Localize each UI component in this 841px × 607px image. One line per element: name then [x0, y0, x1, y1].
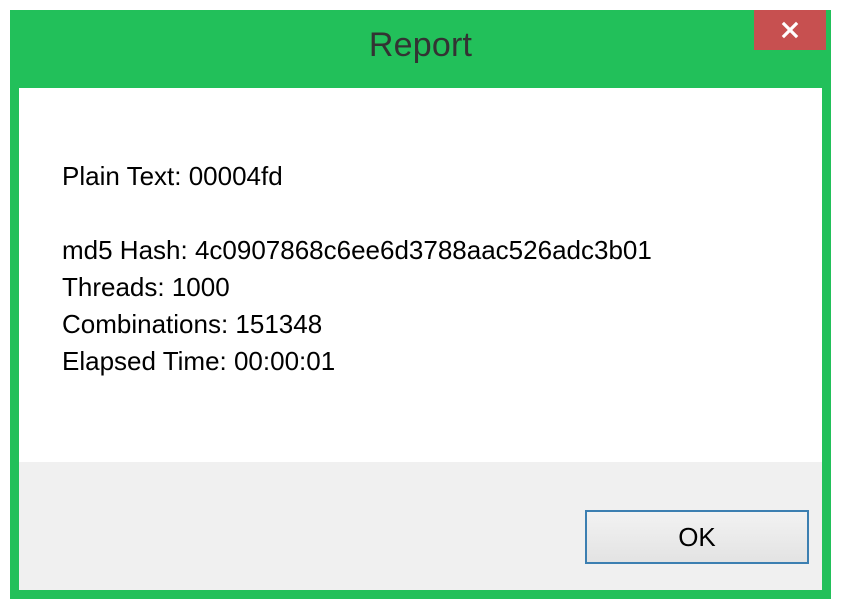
dialog-content: Plain Text: 00004fd md5 Hash: 4c0907868c…	[19, 88, 822, 590]
combinations-line: Combinations: 151348	[62, 309, 323, 339]
close-button[interactable]	[754, 10, 826, 50]
md5-hash-line: md5 Hash: 4c0907868c6ee6d3788aac526adc3b…	[62, 235, 652, 265]
dialog-title: Report	[368, 26, 473, 64]
title-bar[interactable]: Report	[10, 10, 831, 88]
threads-line: Threads: 1000	[62, 272, 230, 302]
elapsed-time-line: Elapsed Time: 00:00:01	[62, 346, 336, 376]
plain-text-line: Plain Text: 00004fd	[62, 161, 283, 191]
button-bar: OK	[19, 462, 822, 590]
report-message: Plain Text: 00004fd md5 Hash: 4c0907868c…	[62, 158, 802, 380]
ok-button[interactable]: OK	[585, 510, 809, 564]
close-icon	[781, 21, 799, 39]
report-dialog: Report Plain Text: 00004fd md5 Hash: 4c0…	[10, 10, 831, 599]
